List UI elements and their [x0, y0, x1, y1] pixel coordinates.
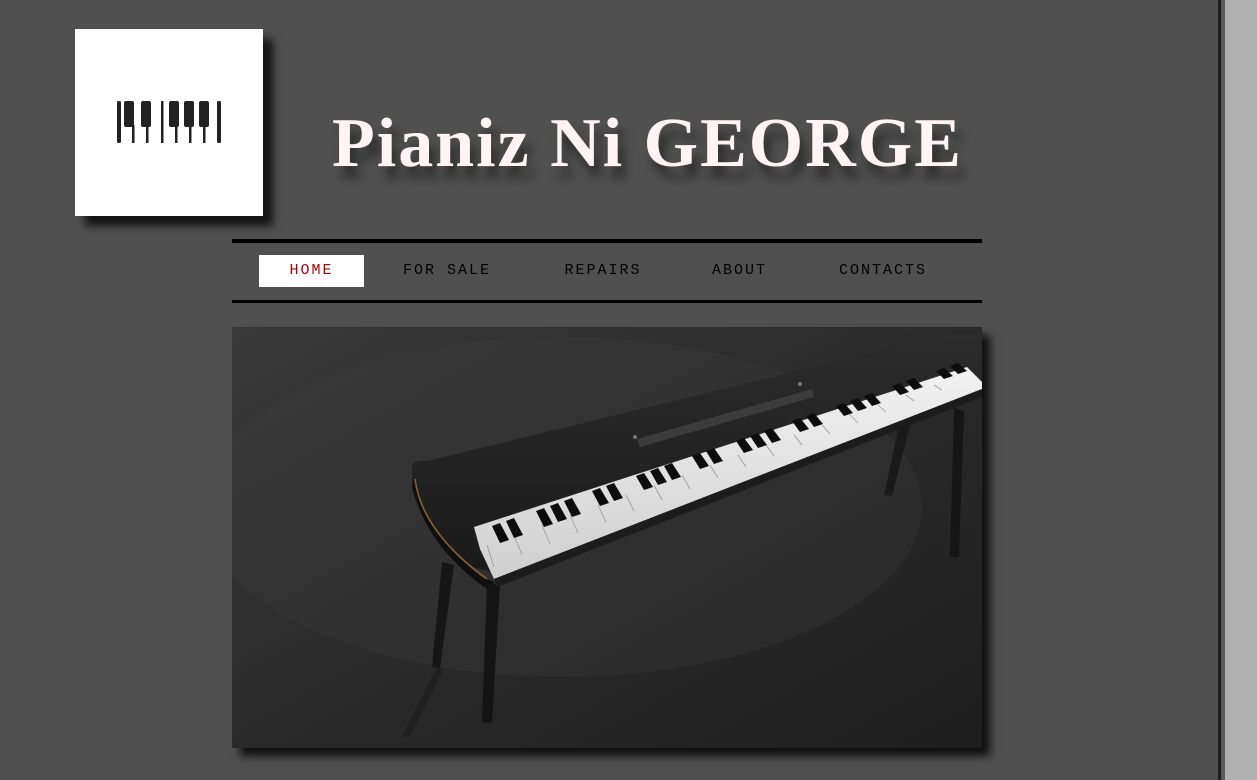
hero-image — [232, 327, 982, 748]
piano-keys-icon — [117, 100, 221, 143]
nav-item-repairs[interactable]: REPAIRS — [552, 255, 654, 287]
piano-photo — [232, 327, 982, 748]
main-nav: HOME FOR SALE REPAIRS ABOUT CONTACTS — [232, 239, 982, 303]
page-area: Pianiz Ni GEORGE HOME FOR SALE REPAIRS A… — [0, 0, 1220, 780]
nav-item-about[interactable]: ABOUT — [702, 255, 777, 287]
nav-item-for-sale[interactable]: FOR SALE — [392, 255, 502, 287]
nav-item-home[interactable]: HOME — [259, 255, 364, 287]
site-logo[interactable] — [75, 29, 263, 216]
site-title: Pianiz Ni GEORGE — [332, 105, 963, 182]
nav-item-contacts[interactable]: CONTACTS — [827, 255, 939, 287]
window-scrollbar-edge — [1218, 0, 1257, 780]
